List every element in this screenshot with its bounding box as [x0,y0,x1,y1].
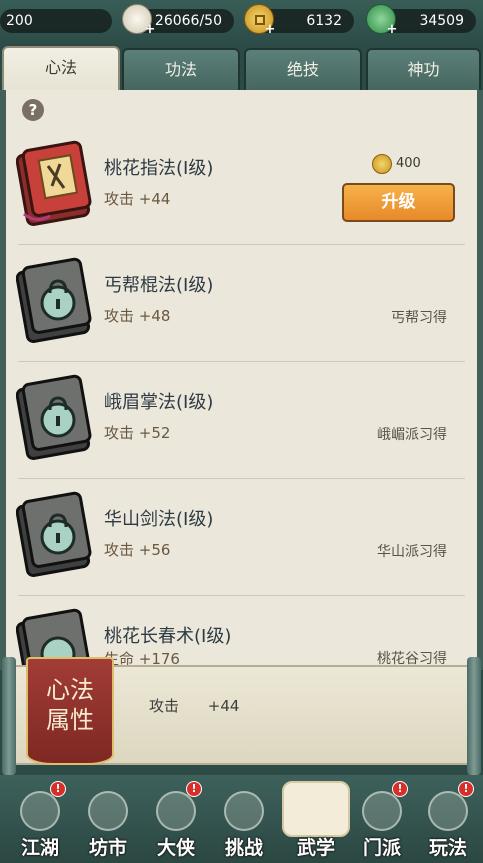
tab-gongfa[interactable]: 功法 [122,48,240,90]
skill-name: 峨眉掌法(I级) [104,392,214,413]
level-display: 200 [0,9,112,33]
copper-value: 6132 [306,13,342,29]
nav-fangshi[interactable]: 坊市 [78,781,138,863]
locked-book-icon [16,257,92,343]
skill-stat: 攻击 +56 [104,541,171,559]
nav-label: 武学 [296,837,335,859]
nav-label: 江湖 [20,837,59,859]
nav-label: 大侠 [156,837,195,859]
skill-source: 丐帮习得 [391,310,447,326]
stamina-plus-icon[interactable]: + [144,23,156,36]
stamina-value: 26066/50 [154,13,222,29]
attribute-row: 攻击 +44 [149,695,263,716]
nav-tiaozhan[interactable]: 挑战 [214,781,274,863]
locked-book-icon [16,374,92,460]
nav-wuxue[interactable]: 武学 [282,781,350,863]
martial-tabs: 心法 功法 绝技 神功 [0,46,483,92]
skill-item[interactable]: 峨眉掌法(I级) 攻击 +52 峨嵋派习得 [6,362,477,479]
level-value: 200 [6,13,33,29]
nav-jianghu[interactable]: ! 江湖 [10,781,70,863]
skill-stat: 攻击 +52 [104,424,171,442]
pavilion-icon [20,791,60,831]
scroll-rod-right [467,657,481,775]
help-icon[interactable]: ? [22,99,44,121]
upgrade-cost: 400 [396,156,421,171]
nav-wanfa[interactable]: ! 玩法 [418,781,478,863]
jade-plus-icon[interactable]: + [386,23,398,36]
attribute-name: 攻击 [149,697,180,715]
market-icon [88,791,128,831]
book-icon [16,140,92,226]
crossed-swords-icon [224,791,264,831]
skill-source: 华山派习得 [377,544,447,560]
nav-label: 门派 [362,837,401,859]
nav-menpai[interactable]: ! 门派 [352,781,412,863]
skill-item[interactable]: 华山剑法(I级) 攻击 +56 华山派习得 [6,479,477,596]
gate-icon [362,791,402,831]
hero-icon [156,791,196,831]
skill-name: 华山剑法(I级) [104,509,214,530]
copper-plus-icon[interactable]: + [264,23,276,36]
attribute-badge: 心法 属性 [26,657,114,765]
copper-coin-icon [372,154,392,174]
attribute-badge-line1: 心法 [46,676,94,704]
tab-shengong[interactable]: 神功 [366,48,481,90]
tab-xinfa[interactable]: 心法 [2,46,120,92]
notification-badge-icon: ! [392,781,408,797]
upgrade-button[interactable]: 升级 [342,183,455,222]
skill-source: 峨嵋派习得 [377,427,447,443]
drum-icon [428,791,468,831]
nav-daxia[interactable]: ! 大侠 [146,781,206,863]
scroll-rod-left [2,657,16,775]
nav-label: 挑战 [224,837,263,859]
bottom-nav: ! 江湖 坊市 ! 大侠 挑战 武学 ! 门派 ! 玩法 [0,775,483,863]
skill-name: 丐帮棍法(I级) [104,275,214,296]
attribute-badge-line2: 属性 [46,706,94,734]
notification-badge-icon: ! [50,781,66,797]
martial-book-icon [282,781,350,837]
attribute-value: +44 [207,697,240,715]
skill-name: 桃花指法(I级) [104,158,214,179]
jade-value: 34509 [419,13,464,29]
notification-badge-icon: ! [186,781,202,797]
skill-stat: 攻击 +44 [104,190,171,208]
nav-label: 坊市 [88,837,127,859]
skill-stat: 攻击 +48 [104,307,171,325]
nav-label: 玩法 [428,837,467,859]
skill-item[interactable]: 桃花指法(I级) 攻击 +44 400 升级 [6,128,477,245]
notification-badge-icon: ! [458,781,474,797]
skill-item[interactable]: 丐帮棍法(I级) 攻击 +48 丐帮习得 [6,245,477,362]
resource-bar: 200 26066/50 + 6132 + 34509 + [0,0,483,44]
tab-jueji[interactable]: 绝技 [244,48,362,90]
locked-book-icon [16,491,92,577]
skill-name: 桃花长春术(I级) [104,626,232,647]
attribute-scroll: 攻击 +44 心法 属性 [2,657,481,775]
